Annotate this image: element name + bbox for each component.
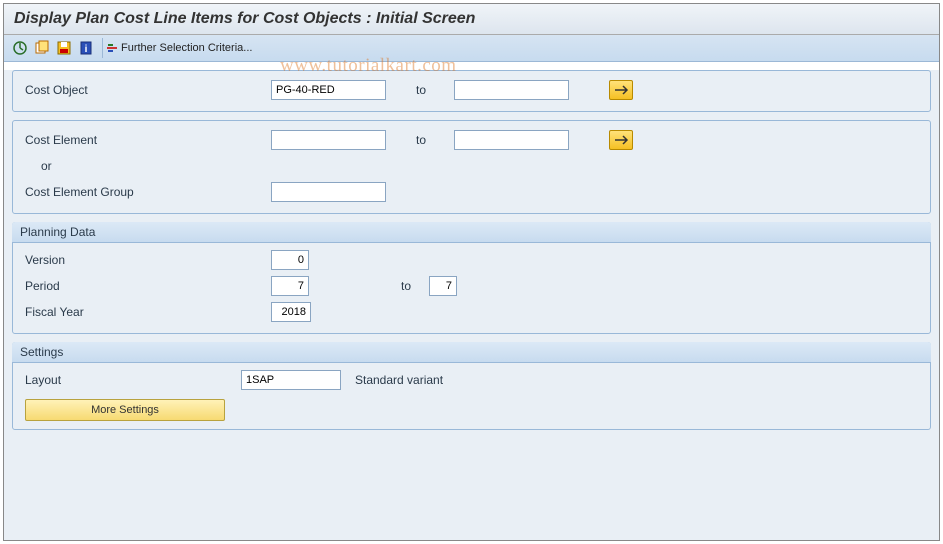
content-area: www.tutorialkart.com Cost Object to Cost…: [4, 70, 939, 540]
layout-label: Layout: [21, 373, 241, 387]
toolbar: i Further Selection Criteria...: [4, 35, 939, 62]
save-icon[interactable]: [54, 38, 74, 58]
settings-section: Settings Layout Standard variant More Se…: [12, 342, 931, 430]
cost-object-label: Cost Object: [21, 83, 271, 97]
period-to-input[interactable]: [429, 276, 457, 296]
cost-element-to-input[interactable]: [454, 130, 569, 150]
or-label: or: [21, 159, 271, 173]
info-icon[interactable]: i: [76, 38, 96, 58]
cost-element-multi-icon[interactable]: [609, 130, 633, 150]
get-variant-icon[interactable]: [32, 38, 52, 58]
version-input[interactable]: [271, 250, 309, 270]
fiscal-year-input[interactable]: [271, 302, 311, 322]
cost-object-to-input[interactable]: [454, 80, 569, 100]
settings-header: Settings: [12, 342, 931, 363]
period-label: Period: [21, 279, 271, 293]
fiscal-year-label: Fiscal Year: [21, 305, 271, 319]
cost-element-label: Cost Element: [21, 133, 271, 147]
cost-element-section: Cost Element to or Cost Element Group: [12, 120, 931, 214]
cost-object-to-label: to: [386, 83, 454, 97]
cost-element-to-label: to: [386, 133, 454, 147]
layout-input[interactable]: [241, 370, 341, 390]
planning-data-header: Planning Data: [12, 222, 931, 243]
further-criteria-button[interactable]: Further Selection Criteria...: [102, 38, 258, 58]
cost-object-from-input[interactable]: [271, 80, 386, 100]
cost-element-group-label: Cost Element Group: [21, 185, 271, 199]
period-from-input[interactable]: [271, 276, 309, 296]
cost-object-section: Cost Object to: [12, 70, 931, 112]
page-title: Display Plan Cost Line Items for Cost Ob…: [4, 4, 939, 35]
planning-data-section: Planning Data Version Period to Fiscal Y…: [12, 222, 931, 334]
cost-object-multi-icon[interactable]: [609, 80, 633, 100]
layout-desc: Standard variant: [355, 373, 443, 387]
period-to-label: to: [309, 279, 429, 293]
more-settings-button[interactable]: More Settings: [25, 399, 225, 421]
further-criteria-label: Further Selection Criteria...: [121, 42, 252, 54]
cost-element-from-input[interactable]: [271, 130, 386, 150]
svg-text:i: i: [85, 44, 88, 55]
execute-icon[interactable]: [10, 38, 30, 58]
cost-element-group-input[interactable]: [271, 182, 386, 202]
version-label: Version: [21, 253, 271, 267]
